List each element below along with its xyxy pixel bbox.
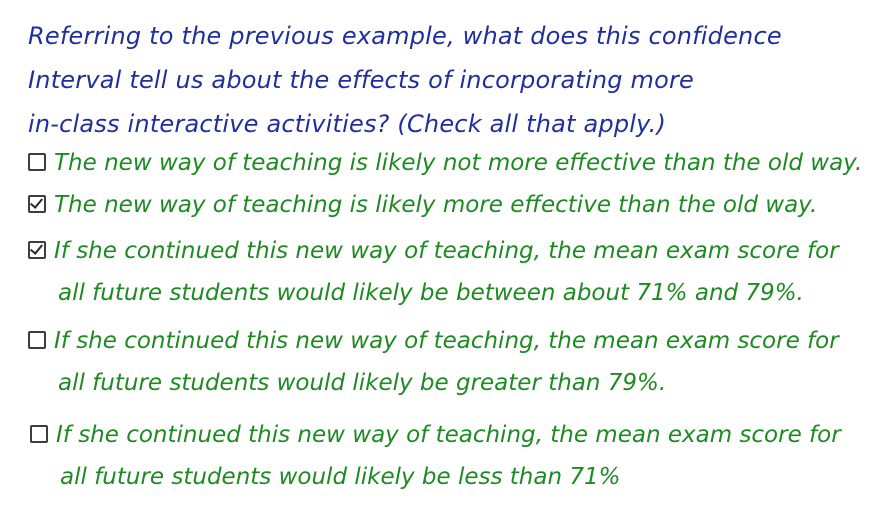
option-4[interactable]: If she continued this new way of teachin… bbox=[28, 320, 839, 404]
option-5-text-line-2: all future students would likely be less… bbox=[60, 464, 621, 490]
question-line-2: Interval tell us about the effects of in… bbox=[28, 66, 695, 94]
option-3-text-line-2: all future students would likely be betw… bbox=[58, 280, 804, 306]
option-3-text-line-1: If she continued this new way of teachin… bbox=[54, 238, 839, 264]
question-line-1: Referring to the previous example, what … bbox=[28, 22, 782, 50]
option-4-text-line-1: If she continued this new way of teachin… bbox=[54, 328, 839, 354]
option-3[interactable]: If she continued this new way of teachin… bbox=[28, 230, 839, 314]
question-text: Referring to the previous example, what … bbox=[28, 14, 868, 146]
checked-checkbox-icon[interactable] bbox=[28, 241, 46, 259]
option-2[interactable]: The new way of teaching is likely more e… bbox=[28, 184, 817, 226]
option-5-text-line-1: If she continued this new way of teachin… bbox=[56, 422, 841, 448]
option-4-text-line-2: all future students would likely be grea… bbox=[58, 370, 667, 396]
checkbox-icon[interactable] bbox=[30, 425, 48, 443]
checked-checkbox-icon[interactable] bbox=[28, 195, 46, 213]
checkbox-icon[interactable] bbox=[28, 153, 46, 171]
checkbox-icon[interactable] bbox=[28, 331, 46, 349]
option-1[interactable]: The new way of teaching is likely not mo… bbox=[28, 142, 862, 184]
question-line-3: in-class interactive activities? (Check … bbox=[28, 110, 667, 138]
option-2-text: The new way of teaching is likely more e… bbox=[54, 192, 818, 218]
option-1-text: The new way of teaching is likely not mo… bbox=[54, 150, 863, 176]
option-5[interactable]: If she continued this new way of teachin… bbox=[30, 414, 841, 498]
